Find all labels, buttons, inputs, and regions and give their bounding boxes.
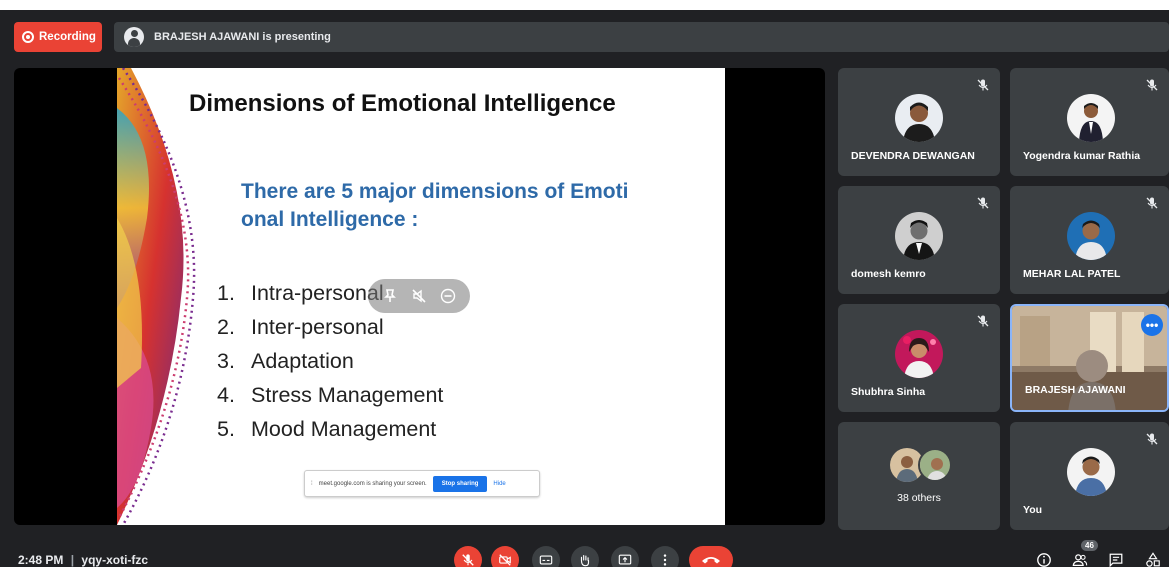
slide-subtitle-line2: onal Intelligence : [241, 208, 419, 231]
list-item-label: Adaptation [251, 349, 354, 373]
hide-banner-link[interactable]: Hide [493, 481, 505, 487]
mic-toggle-button[interactable] [454, 546, 482, 567]
hover-controls [368, 279, 470, 313]
end-call-icon [702, 557, 720, 564]
raise-hand-button[interactable] [571, 546, 599, 567]
list-item-number: 3. [217, 349, 235, 373]
list-item: 3. Adaptation [217, 344, 443, 378]
chat-button[interactable] [1106, 550, 1126, 567]
participant-tile[interactable]: Yogendra kumar Rathia [1010, 68, 1169, 176]
shared-slide: Dimensions of Emotional Intelligence The… [117, 68, 725, 525]
avatar [1067, 212, 1115, 260]
presentation-stage[interactable]: Dimensions of Emotional Intelligence The… [14, 68, 825, 525]
participant-name: You [1023, 504, 1043, 516]
list-item-label: Inter-personal [251, 315, 384, 339]
cam-off-icon [499, 554, 511, 566]
list-item-label: Intra-personal [251, 281, 384, 305]
presenting-text: BRAJESH AJAWANI is presenting [154, 31, 331, 43]
meet-window: Recording BRAJESH AJAWANI is presenting [0, 10, 1169, 567]
mic-off-icon [1145, 78, 1159, 92]
slide-subtitle: There are 5 major dimensions of Emoti on… [241, 178, 711, 234]
avatar [895, 330, 943, 378]
avatar [1067, 448, 1115, 496]
recording-indicator[interactable]: Recording [14, 22, 102, 52]
more-options-icon[interactable]: ••• [1141, 314, 1163, 336]
clock-time: 2:48 PM [18, 553, 64, 567]
participant-tile-presenter[interactable]: ••• BRAJESH AJAWANI [1010, 304, 1169, 412]
chat-icon [1109, 553, 1123, 567]
remove-icon[interactable] [439, 287, 457, 305]
captions-icon [539, 555, 553, 565]
others-count-label: 38 others [897, 492, 941, 504]
mic-off-icon [976, 314, 990, 328]
participant-name: domesh kemro [851, 268, 926, 280]
list-item: 5. Mood Management [217, 412, 443, 446]
mic-off-icon [976, 78, 990, 92]
feather-artwork [117, 68, 196, 525]
people-icon [1072, 554, 1088, 566]
participant-name: MEHAR LAL PATEL [1023, 268, 1121, 280]
pin-icon[interactable] [381, 287, 399, 305]
participant-name: Yogendra kumar Rathia [1023, 150, 1141, 162]
mute-participant-icon[interactable] [410, 287, 428, 305]
list-item-number: 5. [217, 417, 235, 441]
list-item-number: 1. [217, 281, 235, 305]
participant-name: Shubhra Sinha [851, 386, 926, 398]
participant-name: DEVENDRA DEWANGAN [851, 150, 975, 162]
list-item-number: 2. [217, 315, 235, 339]
people-count-badge: 46 [1081, 540, 1098, 551]
present-icon [618, 554, 632, 565]
list-item: 4. Stress Management [217, 378, 443, 412]
separator: | [70, 553, 75, 567]
record-icon [22, 31, 34, 43]
more-vert-icon [663, 554, 667, 566]
activities-button[interactable] [1143, 550, 1163, 567]
participant-tile[interactable]: MEHAR LAL PATEL [1010, 186, 1169, 294]
self-tile[interactable]: You [1010, 422, 1169, 530]
participant-tile[interactable]: domesh kemro [838, 186, 1000, 294]
bottom-bar: 2:48 PM | yqy-xoti-fzc 46 [0, 540, 1169, 567]
avatar [895, 212, 943, 260]
drag-handle-icon[interactable]: ⁞ [311, 481, 313, 487]
participant-tile[interactable]: DEVENDRA DEWANGAN [838, 68, 1000, 176]
camera-toggle-button[interactable] [491, 546, 519, 567]
share-banner-text: meet.google.com is sharing your screen. [318, 480, 427, 487]
present-button[interactable] [611, 546, 639, 567]
participant-tile[interactable]: Shubhra Sinha [838, 304, 1000, 412]
list-item-number: 4. [217, 383, 235, 407]
captions-button[interactable] [532, 546, 560, 567]
slide-title: Dimensions of Emotional Intelligence [189, 90, 616, 117]
recording-label: Recording [39, 31, 96, 43]
list-item: 2. Inter-personal [217, 310, 443, 344]
meeting-code: yqy-xoti-fzc [81, 553, 149, 567]
top-bar: Recording BRAJESH AJAWANI is presenting [0, 10, 1169, 60]
mic-off-icon [1145, 196, 1159, 210]
list-item-label: Mood Management [251, 417, 437, 441]
list-item-label: Stress Management [251, 383, 444, 407]
info-icon [1037, 553, 1051, 567]
participant-name: BRAJESH AJAWANI [1025, 384, 1126, 396]
mic-off-icon [462, 554, 474, 566]
avatar [895, 94, 943, 142]
meeting-details-button[interactable] [1034, 550, 1054, 567]
leave-call-button[interactable] [689, 546, 733, 567]
stop-sharing-button[interactable]: Stop sharing [432, 475, 488, 492]
mic-off-icon [976, 196, 990, 210]
presenting-bar: BRAJESH AJAWANI is presenting [114, 22, 1169, 52]
people-button[interactable] [1070, 550, 1090, 567]
activities-icon [1146, 552, 1160, 567]
avatar [918, 448, 952, 482]
more-options-button[interactable] [651, 546, 679, 567]
slide-subtitle-line1: There are 5 major dimensions of Emoti [241, 180, 629, 203]
presenter-avatar [124, 27, 144, 47]
others-tile[interactable]: 38 others [838, 422, 1000, 530]
avatar [1067, 94, 1115, 142]
mic-off-icon [1145, 432, 1159, 446]
screen-share-banner: ⁞ meet.google.com is sharing your screen… [304, 470, 540, 497]
meeting-info: 2:48 PM | yqy-xoti-fzc [18, 553, 148, 567]
raise-hand-icon [580, 555, 590, 567]
